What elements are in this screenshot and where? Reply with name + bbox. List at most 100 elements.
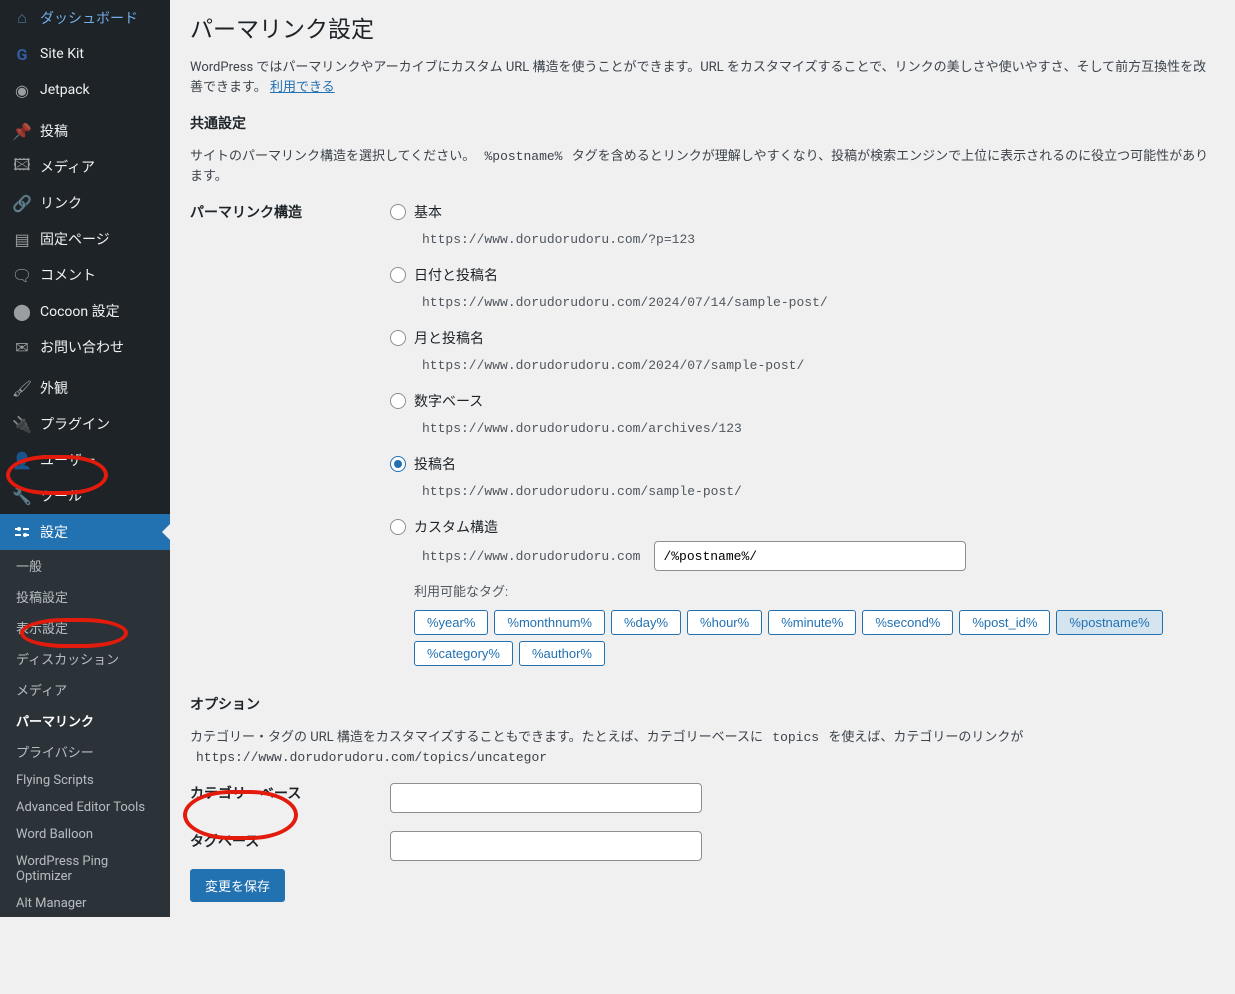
- tag-base-label: タグベース: [190, 831, 390, 851]
- settings-icon: [12, 522, 32, 542]
- category-base-input[interactable]: [390, 783, 702, 813]
- sidebar-item-posts[interactable]: 📌 投稿: [0, 113, 170, 149]
- sidebar-item-contact[interactable]: ✉ お問い合わせ: [0, 329, 170, 365]
- sidebar-item-label: リンク: [40, 193, 82, 213]
- tools-icon: 🔧: [12, 486, 32, 506]
- users-icon: 👤: [12, 450, 32, 470]
- tag-btn-day[interactable]: %day%: [611, 610, 681, 635]
- sidebar-item-cocoon[interactable]: ⬤Cocoon 設定: [0, 293, 170, 329]
- tag-btn-postid[interactable]: %post_id%: [959, 610, 1050, 635]
- common-settings-heading: 共通設定: [190, 113, 1215, 133]
- tag-btn-year[interactable]: %year%: [414, 610, 488, 635]
- dashboard-icon: ⌂: [12, 8, 32, 28]
- radio-dayname[interactable]: [390, 267, 406, 283]
- media-icon: 🖾: [12, 157, 32, 177]
- tag-btn-hour[interactable]: %hour%: [687, 610, 762, 635]
- sidebar-item-label: メディア: [40, 157, 95, 177]
- adsense-icon: ◇: [12, 966, 32, 986]
- tag-base-input[interactable]: [390, 831, 702, 861]
- sidebar-item-links[interactable]: 🔗リンク: [0, 185, 170, 221]
- sidebar-item-tools[interactable]: 🔧 ツール: [0, 478, 170, 514]
- radio-monthname-label[interactable]: 月と投稿名: [414, 328, 484, 348]
- page-description: WordPress ではパーマリンクやアーカイブにカスタム URL 構造を使うこ…: [190, 58, 1215, 97]
- sidebar-item-label: Jetpack: [40, 82, 90, 98]
- code-numeric: https://www.dorudorudoru.com/archives/12…: [414, 417, 750, 440]
- sidebar-item-label: ダッシュボード: [40, 8, 138, 28]
- jetpack-icon: ◉: [12, 80, 32, 100]
- tag-btn-minute[interactable]: %minute%: [768, 610, 856, 635]
- sidebar-item-sitekit[interactable]: GSite Kit: [0, 36, 170, 72]
- admin-sidebar: ⌂ ダッシュボード GSite Kit ◉ Jetpack 📌 投稿 🖾 メディア 🔗リ…: [0, 0, 170, 881]
- radio-plain-label[interactable]: 基本: [414, 202, 442, 222]
- main-content: パーマリンク設定 WordPress ではパーマリンクやアーカイブにカスタム U…: [170, 0, 1235, 881]
- code-dayname: https://www.dorudorudoru.com/2024/07/14/…: [414, 291, 836, 314]
- sidebar-item-label: Site Kit: [40, 46, 84, 62]
- tag-btn-postname[interactable]: %postname%: [1056, 610, 1162, 635]
- sidebar-item-plugins[interactable]: 🔌プラグイン: [0, 406, 170, 442]
- sidebar-item-label: ツール: [40, 486, 82, 506]
- radio-numeric[interactable]: [390, 393, 406, 409]
- submenu-item-altmanager[interactable]: Alt Manager: [0, 890, 170, 917]
- radio-postname[interactable]: [390, 456, 406, 472]
- common-settings-intro: サイトのパーマリンク構造を選択してください。 %postname% タグを含める…: [190, 147, 1215, 186]
- submenu-item-general[interactable]: 一般: [0, 550, 170, 581]
- sidebar-item-pages[interactable]: ▤ 固定ページ: [0, 221, 170, 257]
- radio-dayname-label[interactable]: 日付と投稿名: [414, 265, 498, 285]
- radio-custom[interactable]: [390, 519, 406, 535]
- tag-btn-monthnum[interactable]: %monthnum%: [494, 610, 605, 635]
- sidebar-item-label: 外観: [40, 378, 68, 398]
- tag-btn-category[interactable]: %category%: [414, 641, 513, 666]
- sidebar-item-label: プラグイン: [40, 414, 110, 434]
- tag-buttons-row: %year% %monthnum% %day% %hour% %minute% …: [414, 610, 1215, 666]
- submenu-item-media[interactable]: メディア: [0, 674, 170, 705]
- submenu-item-advanced-editor[interactable]: Advanced Editor Tools: [0, 794, 170, 821]
- sidebar-item-media[interactable]: 🖾 メディア: [0, 149, 170, 185]
- tags-help-link[interactable]: 利用できる: [270, 80, 335, 95]
- cocoon-icon: ⬤: [12, 301, 32, 321]
- sidebar-item-comments[interactable]: 🗨 コメント: [0, 257, 170, 293]
- sidebar-item-label: ユーザー: [40, 450, 96, 470]
- topics-url-code: https://www.dorudorudoru.com/topics/unca…: [190, 748, 553, 767]
- custom-structure-input[interactable]: [654, 541, 966, 571]
- topics-code: topics: [766, 728, 825, 747]
- code-plain: https://www.dorudorudoru.com/?p=123: [414, 228, 703, 251]
- sidebar-item-aioseo[interactable]: ◯All in One SEO: [0, 922, 170, 958]
- sidebar-item-label: 固定ページ: [40, 229, 110, 249]
- contact-icon: ✉: [12, 337, 32, 357]
- pages-icon: ▤: [12, 229, 32, 249]
- permalink-structure-fieldset: 基本 https://www.dorudorudoru.com/?p=123 日…: [390, 202, 1215, 676]
- sidebar-item-adsense[interactable]: ◇AdSense Invalid: [0, 958, 170, 994]
- sidebar-item-dashboard[interactable]: ⌂ ダッシュボード: [0, 0, 170, 36]
- tag-btn-second[interactable]: %second%: [862, 610, 953, 635]
- sidebar-item-label: All in One SEO: [40, 932, 128, 948]
- submenu-item-permalink[interactable]: パーマリンク: [0, 705, 170, 736]
- page-title: パーマリンク設定: [190, 10, 1215, 44]
- sidebar-item-label: 投稿: [40, 121, 68, 141]
- submenu-item-wpping[interactable]: WordPress Ping Optimizer: [0, 848, 170, 890]
- sidebar-item-label: 設定: [40, 522, 68, 542]
- submenu-item-wordballoon[interactable]: Word Balloon: [0, 821, 170, 848]
- sidebar-item-label: お問い合わせ: [40, 337, 124, 357]
- sidebar-item-jetpack[interactable]: ◉ Jetpack: [0, 72, 170, 108]
- option-heading: オプション: [190, 694, 1215, 714]
- radio-numeric-label[interactable]: 数字ベース: [414, 391, 483, 411]
- sidebar-item-users[interactable]: 👤 ユーザー: [0, 442, 170, 478]
- radio-custom-label[interactable]: カスタム構造: [414, 517, 498, 537]
- submenu-item-flyingscripts[interactable]: Flying Scripts: [0, 767, 170, 794]
- radio-plain[interactable]: [390, 204, 406, 220]
- tag-btn-author[interactable]: %author%: [519, 641, 605, 666]
- posts-icon: 📌: [12, 121, 32, 141]
- radio-monthname[interactable]: [390, 330, 406, 346]
- comments-icon: 🗨: [12, 265, 32, 285]
- submenu-item-writing[interactable]: 投稿設定: [0, 581, 170, 612]
- sidebar-item-appearance[interactable]: 🖌外観: [0, 370, 170, 406]
- settings-submenu: 一般 投稿設定 表示設定 ディスカッション メディア パーマリンク プライバシー…: [0, 550, 170, 917]
- sidebar-item-label: コメント: [40, 265, 96, 285]
- submenu-item-discussion[interactable]: ディスカッション: [0, 643, 170, 674]
- code-monthname: https://www.dorudorudoru.com/2024/07/sam…: [414, 354, 812, 377]
- radio-postname-label[interactable]: 投稿名: [414, 454, 456, 474]
- submenu-item-reading[interactable]: 表示設定: [0, 612, 170, 643]
- save-changes-button[interactable]: 変更を保存: [190, 869, 285, 902]
- sidebar-item-settings[interactable]: 設定: [0, 514, 170, 550]
- submenu-item-privacy[interactable]: プライバシー: [0, 736, 170, 767]
